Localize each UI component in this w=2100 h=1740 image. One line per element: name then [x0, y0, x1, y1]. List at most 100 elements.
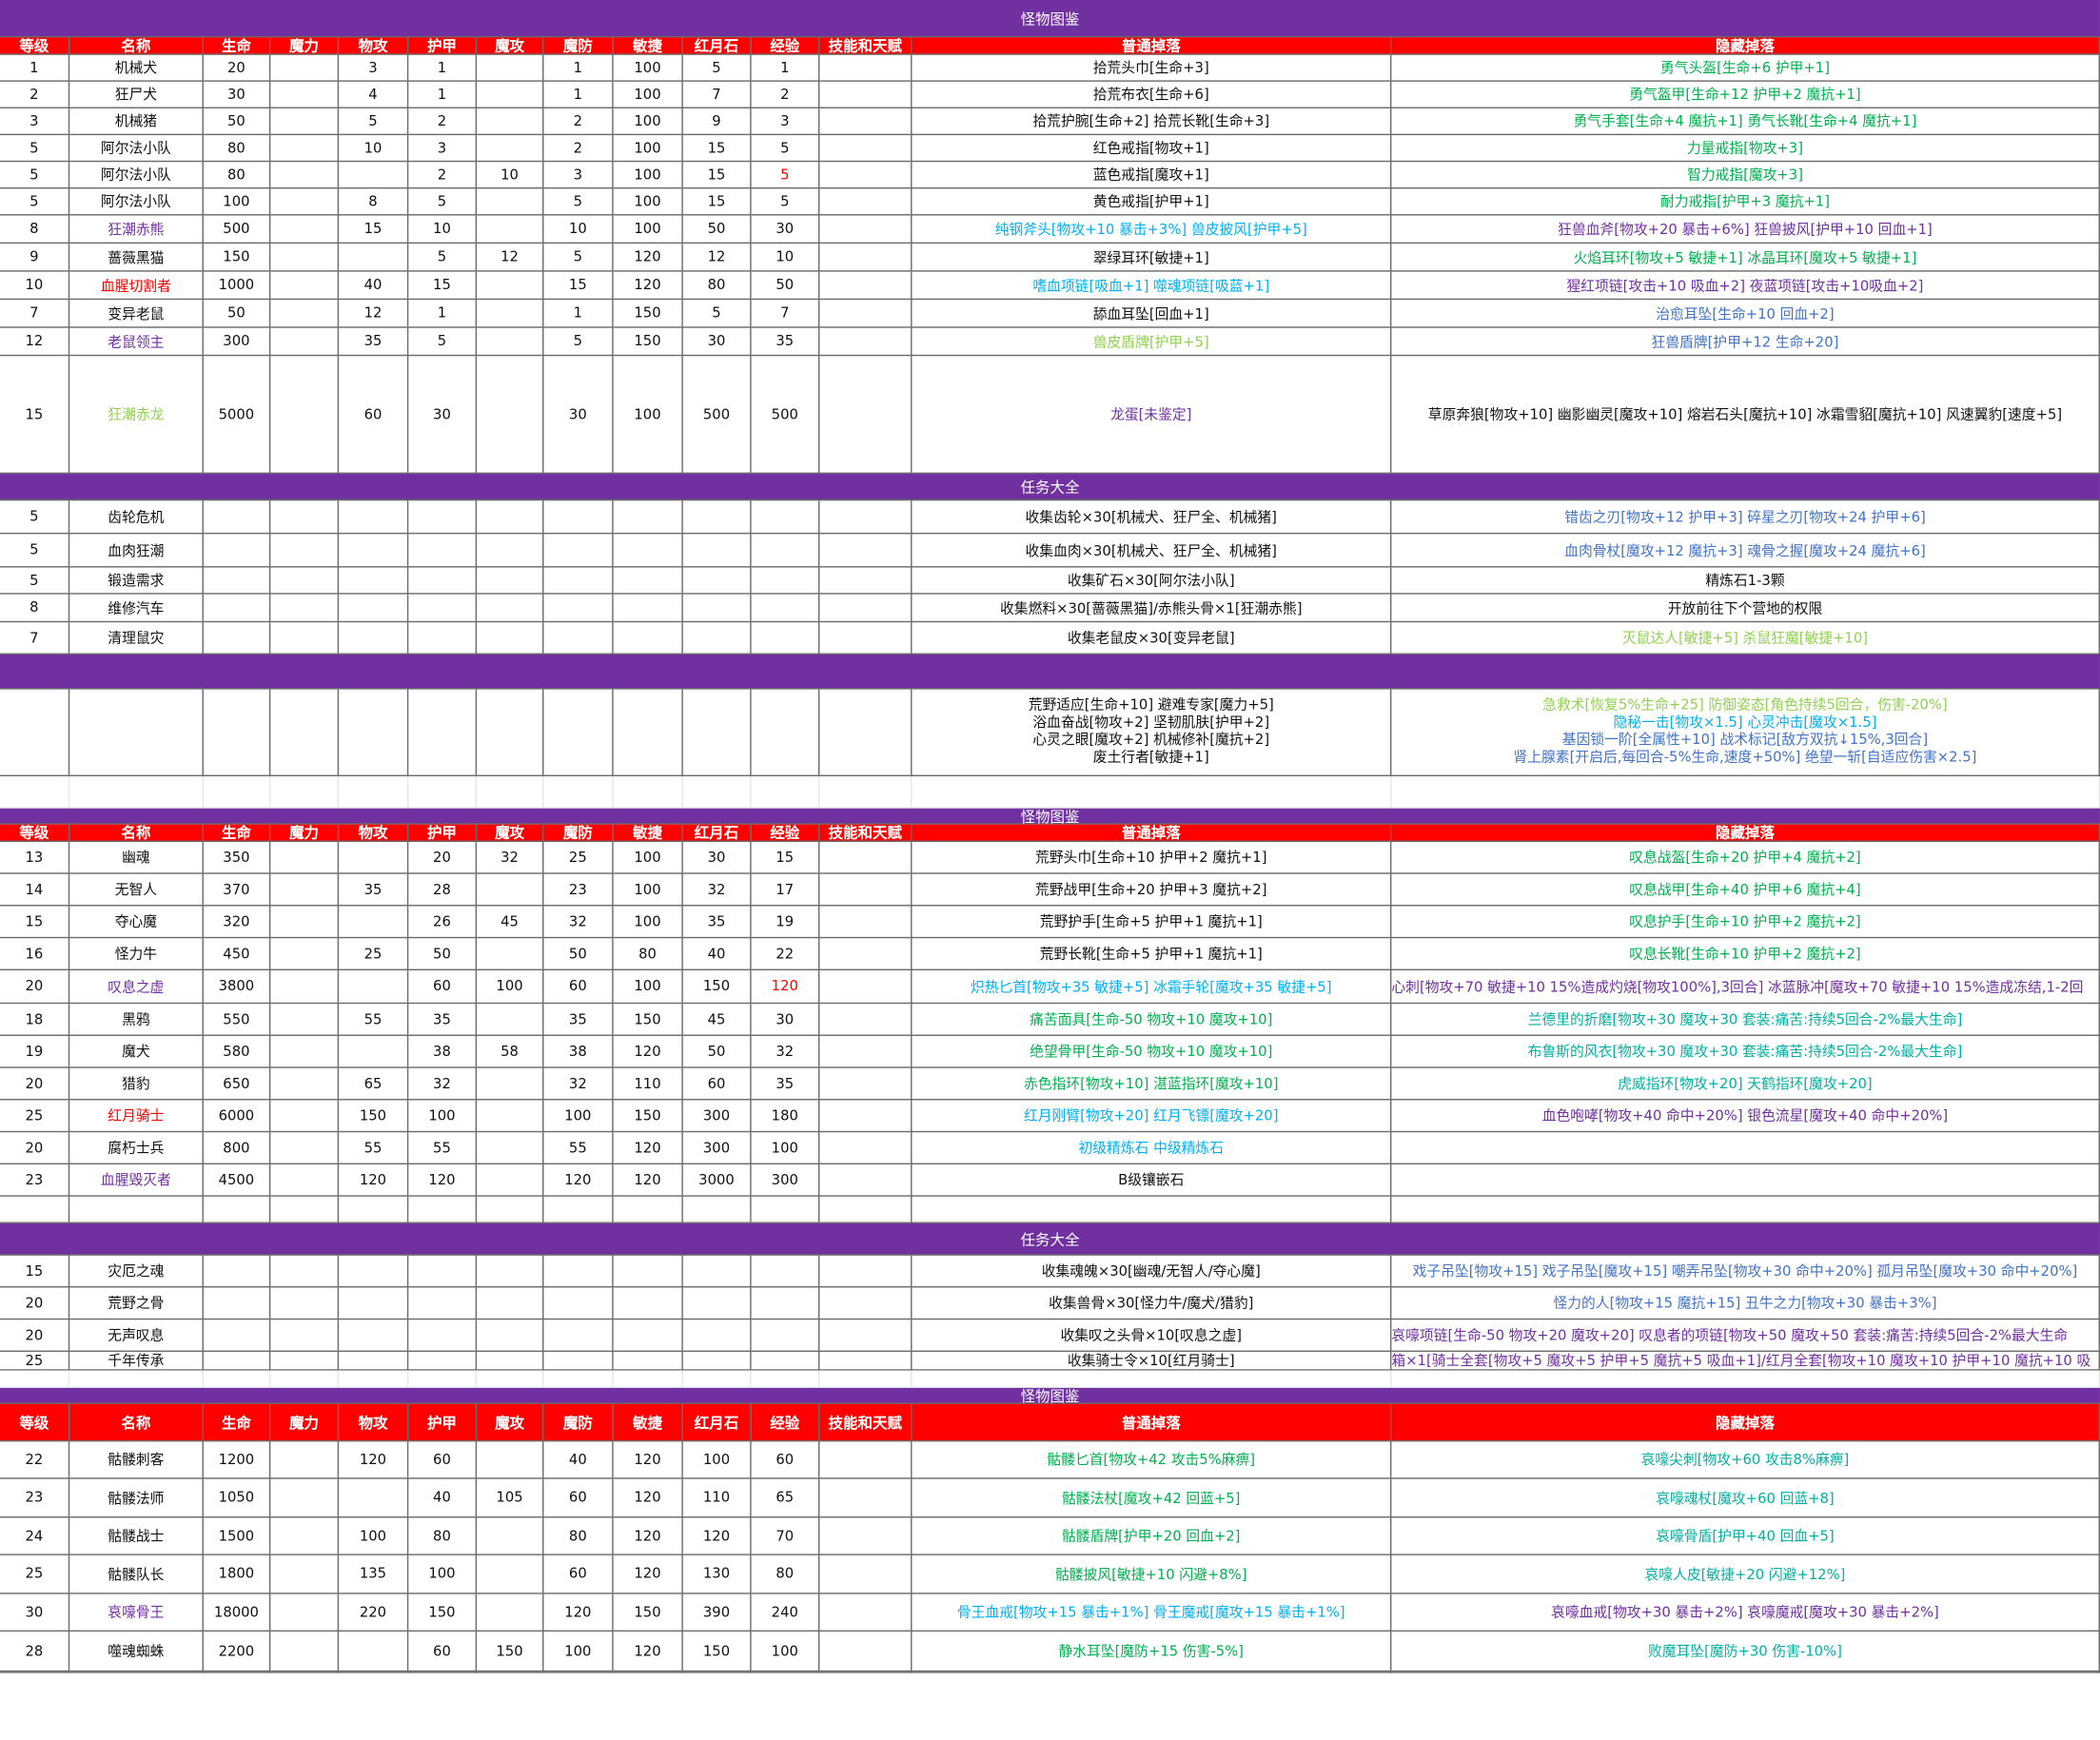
- cell-normal-drop[interactable]: 收集叹之头骨×10[叹息之虚]: [912, 1320, 1392, 1352]
- cell-agility[interactable]: [613, 1351, 683, 1371]
- cell-exp[interactable]: 500: [751, 356, 820, 475]
- cell-redmoon[interactable]: [682, 689, 752, 777]
- cell-mdef[interactable]: 120: [543, 1593, 614, 1632]
- cell-hidden-drop[interactable]: 力量戒指[物攻+3]: [1391, 135, 2100, 163]
- cell-armor[interactable]: [408, 689, 478, 777]
- cell-hp[interactable]: 550: [203, 1004, 271, 1036]
- cell-armor[interactable]: [408, 534, 478, 568]
- cell-normal-drop[interactable]: 蓝色戒指[魔攻+1]: [912, 162, 1392, 189]
- cell-name[interactable]: 变异老鼠: [69, 300, 204, 328]
- cell-redmoon[interactable]: 50: [682, 1035, 752, 1068]
- cell-skills[interactable]: [819, 108, 913, 136]
- cell-patk[interactable]: [339, 622, 409, 655]
- cell-mdef[interactable]: 30: [543, 356, 614, 475]
- cell-hp[interactable]: 50: [203, 300, 271, 328]
- cell-hp[interactable]: 1800: [203, 1554, 271, 1594]
- cell-armor[interactable]: [408, 567, 478, 595]
- cell-normal-drop[interactable]: 红月刚臂[物攻+20] 红月飞镖[魔攻+20]: [912, 1100, 1392, 1133]
- cell-agility[interactable]: [613, 622, 683, 655]
- cell-name[interactable]: 黑鸦: [69, 1004, 204, 1036]
- cell-hp[interactable]: 50: [203, 108, 271, 136]
- cell-agility[interactable]: [613, 1255, 683, 1288]
- cell-level[interactable]: 5: [0, 188, 70, 216]
- cell-skills[interactable]: [819, 906, 913, 939]
- cell-normal-drop[interactable]: 荒野适应[生命+10] 避难专家[魔力+5] 浴血奋战[物攻+2] 坚韧肌肤[护…: [912, 689, 1392, 777]
- cell-hidden-drop[interactable]: [1391, 1132, 2100, 1165]
- cell-redmoon[interactable]: 30: [682, 841, 752, 874]
- cell-mp[interactable]: [270, 54, 340, 82]
- cell-agility[interactable]: 100: [613, 54, 683, 82]
- cell-exp[interactable]: 180: [751, 1100, 820, 1133]
- cell-skills[interactable]: [819, 1100, 913, 1133]
- cell-level[interactable]: 15: [0, 356, 70, 475]
- cell-skills[interactable]: [819, 938, 913, 971]
- cell-level[interactable]: 5: [0, 162, 70, 189]
- cell-matk[interactable]: 45: [477, 906, 544, 939]
- cell-patk[interactable]: [339, 906, 409, 939]
- cell-matk[interactable]: [477, 1320, 544, 1352]
- cell-agility[interactable]: [613, 1196, 683, 1223]
- cell-normal-drop[interactable]: 痛苦面具[生命-50 物攻+10 魔攻+10]: [912, 1004, 1392, 1036]
- cell-name[interactable]: 骷髅队长: [69, 1554, 204, 1594]
- cell-normal-drop[interactable]: 荒野战甲[生命+20 护甲+3 魔抗+2]: [912, 873, 1392, 907]
- cell-hidden-drop[interactable]: 哀嚎骨盾[护甲+40 回血+5]: [1391, 1517, 2100, 1555]
- cell-patk[interactable]: [339, 1478, 409, 1518]
- cell-patk[interactable]: 220: [339, 1593, 409, 1632]
- cell-skills[interactable]: [819, 54, 913, 82]
- cell-agility[interactable]: 120: [613, 271, 683, 301]
- cell-normal-drop[interactable]: 黄色戒指[护甲+1]: [912, 188, 1392, 216]
- cell-redmoon[interactable]: 32: [682, 873, 752, 907]
- cell-name[interactable]: 怪力牛: [69, 938, 204, 971]
- cell-skills[interactable]: [819, 135, 913, 163]
- cell-normal-drop[interactable]: 骷髅法杖[魔攻+42 回蓝+5]: [912, 1478, 1392, 1518]
- cell-armor[interactable]: [408, 1255, 478, 1288]
- cell-level[interactable]: 13: [0, 841, 70, 874]
- cell-mdef[interactable]: 55: [543, 1132, 614, 1165]
- cell-matk[interactable]: [477, 54, 544, 82]
- cell-hp[interactable]: 300: [203, 327, 271, 357]
- cell-name[interactable]: 骷髅刺客: [69, 1441, 204, 1479]
- cell-mdef[interactable]: 60: [543, 970, 614, 1005]
- cell-armor[interactable]: [408, 1320, 478, 1352]
- cell-normal-drop[interactable]: 红色戒指[物攻+1]: [912, 135, 1392, 163]
- cell-hidden-drop[interactable]: 戏子吊坠[物攻+15] 戏子吊坠[魔攻+15] 嘲弄吊坠[物攻+30 命中+20…: [1391, 1255, 2100, 1288]
- cell-level[interactable]: 16: [0, 938, 70, 971]
- cell-hp[interactable]: 450: [203, 938, 271, 971]
- cell-hidden-drop[interactable]: 哀嚎尖刺[物攻+60 攻击8%麻痹]: [1391, 1441, 2100, 1479]
- cell-armor[interactable]: 150: [408, 1593, 478, 1632]
- cell-hp[interactable]: 1050: [203, 1478, 271, 1518]
- cell-armor[interactable]: 50: [408, 938, 478, 971]
- cell-exp[interactable]: 19: [751, 906, 820, 939]
- cell-name[interactable]: 维修汽车: [69, 594, 204, 623]
- cell-skills[interactable]: [819, 327, 913, 357]
- cell-redmoon[interactable]: 130: [682, 1554, 752, 1594]
- cell-skills[interactable]: [819, 500, 913, 535]
- cell-patk[interactable]: 120: [339, 1441, 409, 1479]
- cell-skills[interactable]: [819, 1554, 913, 1594]
- cell-redmoon[interactable]: 100: [682, 1441, 752, 1479]
- cell-redmoon[interactable]: [682, 1320, 752, 1352]
- cell-exp[interactable]: [751, 1196, 820, 1223]
- cell-skills[interactable]: [819, 1255, 913, 1288]
- cell-mp[interactable]: [270, 873, 340, 907]
- cell-mdef[interactable]: 2: [543, 135, 614, 163]
- cell-mdef[interactable]: [543, 1255, 614, 1288]
- cell-name[interactable]: 清理鼠灾: [69, 622, 204, 655]
- cell-skills[interactable]: [819, 1067, 913, 1101]
- cell-normal-drop[interactable]: 龙蛋[未鉴定]: [912, 356, 1392, 475]
- cell-armor[interactable]: [408, 1351, 478, 1371]
- cell-matk[interactable]: [477, 215, 544, 244]
- cell-skills[interactable]: [819, 873, 913, 907]
- cell-matk[interactable]: [477, 1441, 544, 1479]
- cell-mdef[interactable]: 23: [543, 873, 614, 907]
- cell-mp[interactable]: [270, 906, 340, 939]
- cell-patk[interactable]: [339, 162, 409, 189]
- cell-hidden-drop[interactable]: 怪力的人[物攻+15 魔抗+15] 丑牛之力[物攻+30 暴击+3%]: [1391, 1287, 2100, 1320]
- cell-armor[interactable]: 120: [408, 1164, 478, 1197]
- cell-exp[interactable]: [751, 689, 820, 777]
- cell-exp[interactable]: 22: [751, 938, 820, 971]
- cell-matk[interactable]: [477, 1351, 544, 1371]
- cell-exp[interactable]: 2: [751, 81, 820, 108]
- cell-mdef[interactable]: 80: [543, 1517, 614, 1555]
- cell-matk[interactable]: 100: [477, 970, 544, 1005]
